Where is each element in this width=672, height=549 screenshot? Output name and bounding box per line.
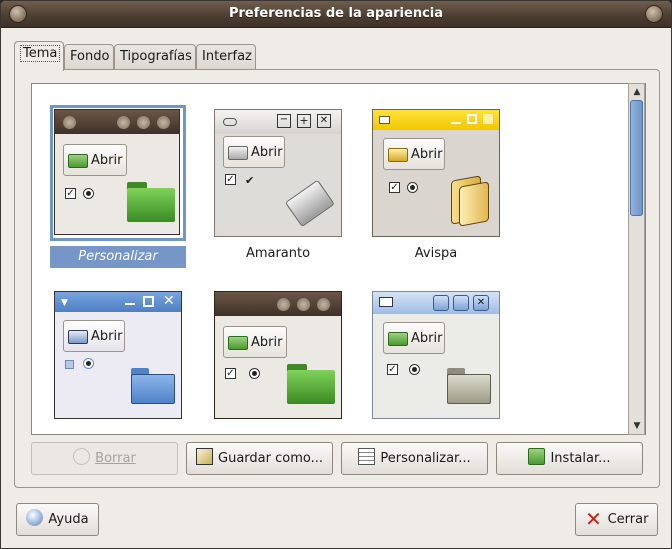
theme-preview-5: Abrir ✓	[214, 291, 342, 419]
theme-item-5[interactable]: Abrir ✓	[214, 291, 354, 434]
theme-item-4[interactable]: ▼ ✕ Abrir	[54, 291, 194, 434]
preview-radio	[407, 182, 418, 193]
install-label: Instalar...	[550, 451, 611, 466]
install-icon	[528, 448, 546, 465]
help-icon	[26, 509, 44, 526]
help-button[interactable]: Ayuda	[16, 503, 99, 536]
preview-radio	[83, 188, 94, 199]
customize-button[interactable]: Personalizar...	[341, 442, 488, 475]
preview-open-button: Abrir	[223, 136, 285, 168]
theme-label-amaranto: Amaranto	[245, 246, 311, 261]
preview-titlebar	[215, 292, 341, 316]
save-as-button[interactable]: Guardar como...	[186, 442, 333, 475]
theme-preview-6: ✕ Abrir ✓	[372, 291, 500, 419]
scroll-down-arrow-icon[interactable]: ▼	[630, 419, 644, 433]
preview-checkbox: ✓	[65, 188, 76, 199]
preview-titlebar: − + ✕	[215, 110, 341, 134]
theme-preview-personalizar: Abrir ✓	[50, 105, 186, 241]
help-label: Ayuda	[48, 512, 89, 527]
green-folder-icon	[287, 364, 335, 404]
theme-label-avispa: Avispa	[414, 246, 458, 261]
save-as-label: Guardar como...	[218, 451, 323, 466]
preview-open-button: Abrir	[223, 326, 287, 358]
preview-titlebar	[373, 110, 499, 130]
theme-item-personalizar[interactable]: Abrir ✓ Personalizar	[50, 105, 194, 274]
tab-tema-label: Tema	[20, 45, 61, 62]
tab-interfaz-label: Interfaz	[202, 49, 252, 64]
tab-interfaz[interactable]: Interfaz	[196, 44, 256, 70]
preview-check-mark: ✔	[245, 174, 255, 187]
customize-label: Personalizar...	[380, 451, 471, 466]
yellow-folder-icon	[449, 175, 489, 227]
preview-radio	[409, 364, 420, 375]
theme-item-6[interactable]: ✕ Abrir ✓	[372, 291, 512, 434]
preview-checkbox	[65, 360, 74, 369]
preview-titlebar: ✕	[373, 292, 499, 314]
preview-open-button: Abrir	[383, 138, 445, 170]
appearance-preferences-window: Preferencias de la apariencia Tema Fondo…	[0, 0, 672, 549]
titlebar-close-button[interactable]	[645, 5, 663, 23]
theme-preview-4: ▼ ✕ Abrir	[54, 291, 182, 419]
theme-item-amaranto[interactable]: − + ✕ Abrir ✓ ✔ Amaranto	[214, 109, 354, 274]
install-button[interactable]: Instalar...	[496, 442, 643, 475]
save-as-icon	[196, 448, 213, 465]
window-titlebar[interactable]: Preferencias de la apariencia	[1, 1, 671, 28]
preview-checkbox: ✓	[225, 368, 236, 379]
preview-checkbox: ✓	[387, 364, 398, 375]
preview-checkbox: ✓	[225, 174, 236, 185]
close-label: Cerrar	[607, 512, 649, 527]
preview-radio	[249, 368, 260, 379]
tab-tipografias[interactable]: Tipografías	[114, 44, 196, 70]
tab-fondo-label: Fondo	[70, 49, 110, 64]
preview-open-button: Abrir	[63, 320, 125, 352]
theme-list-scrollbar[interactable]: ▲ ▼	[628, 83, 645, 435]
theme-list[interactable]: Abrir ✓ Personalizar − + ✕ Abrir ✓ ✔ Ama…	[31, 83, 646, 435]
close-icon: ✕	[585, 507, 602, 531]
delete-label: Borrar	[95, 451, 136, 466]
customize-icon	[358, 448, 376, 465]
theme-preview-amaranto: − + ✕ Abrir ✓ ✔	[214, 109, 342, 237]
grey-folder-icon	[447, 368, 491, 404]
blue-folder-icon	[131, 368, 175, 404]
delete-button[interactable]: Borrar	[31, 442, 178, 475]
scroll-up-arrow-icon[interactable]: ▲	[630, 85, 644, 99]
close-button[interactable]: ✕ Cerrar	[575, 503, 658, 536]
preview-checkbox: ✓	[389, 182, 400, 193]
tab-tipografias-label: Tipografías	[120, 49, 192, 64]
theme-label-personalizar: Personalizar	[50, 246, 186, 268]
theme-preview-avispa: Abrir ✓	[372, 109, 500, 237]
grey-folder-icon	[284, 179, 337, 231]
preview-titlebar	[55, 110, 179, 134]
preview-radio	[83, 358, 94, 369]
preview-open-button: Abrir	[63, 144, 127, 176]
scrollbar-thumb[interactable]	[630, 100, 643, 216]
preview-titlebar: ▼ ✕	[55, 292, 181, 312]
tab-fondo[interactable]: Fondo	[64, 44, 114, 70]
window-title: Preferencias de la apariencia	[228, 6, 444, 21]
tab-tema[interactable]: Tema	[14, 41, 64, 71]
theme-item-avispa[interactable]: Abrir ✓ Avispa	[372, 109, 512, 274]
preview-open-button: Abrir	[383, 322, 445, 354]
delete-icon	[73, 448, 91, 465]
titlebar-menu-button[interactable]	[9, 5, 27, 23]
green-folder-icon	[127, 182, 175, 222]
